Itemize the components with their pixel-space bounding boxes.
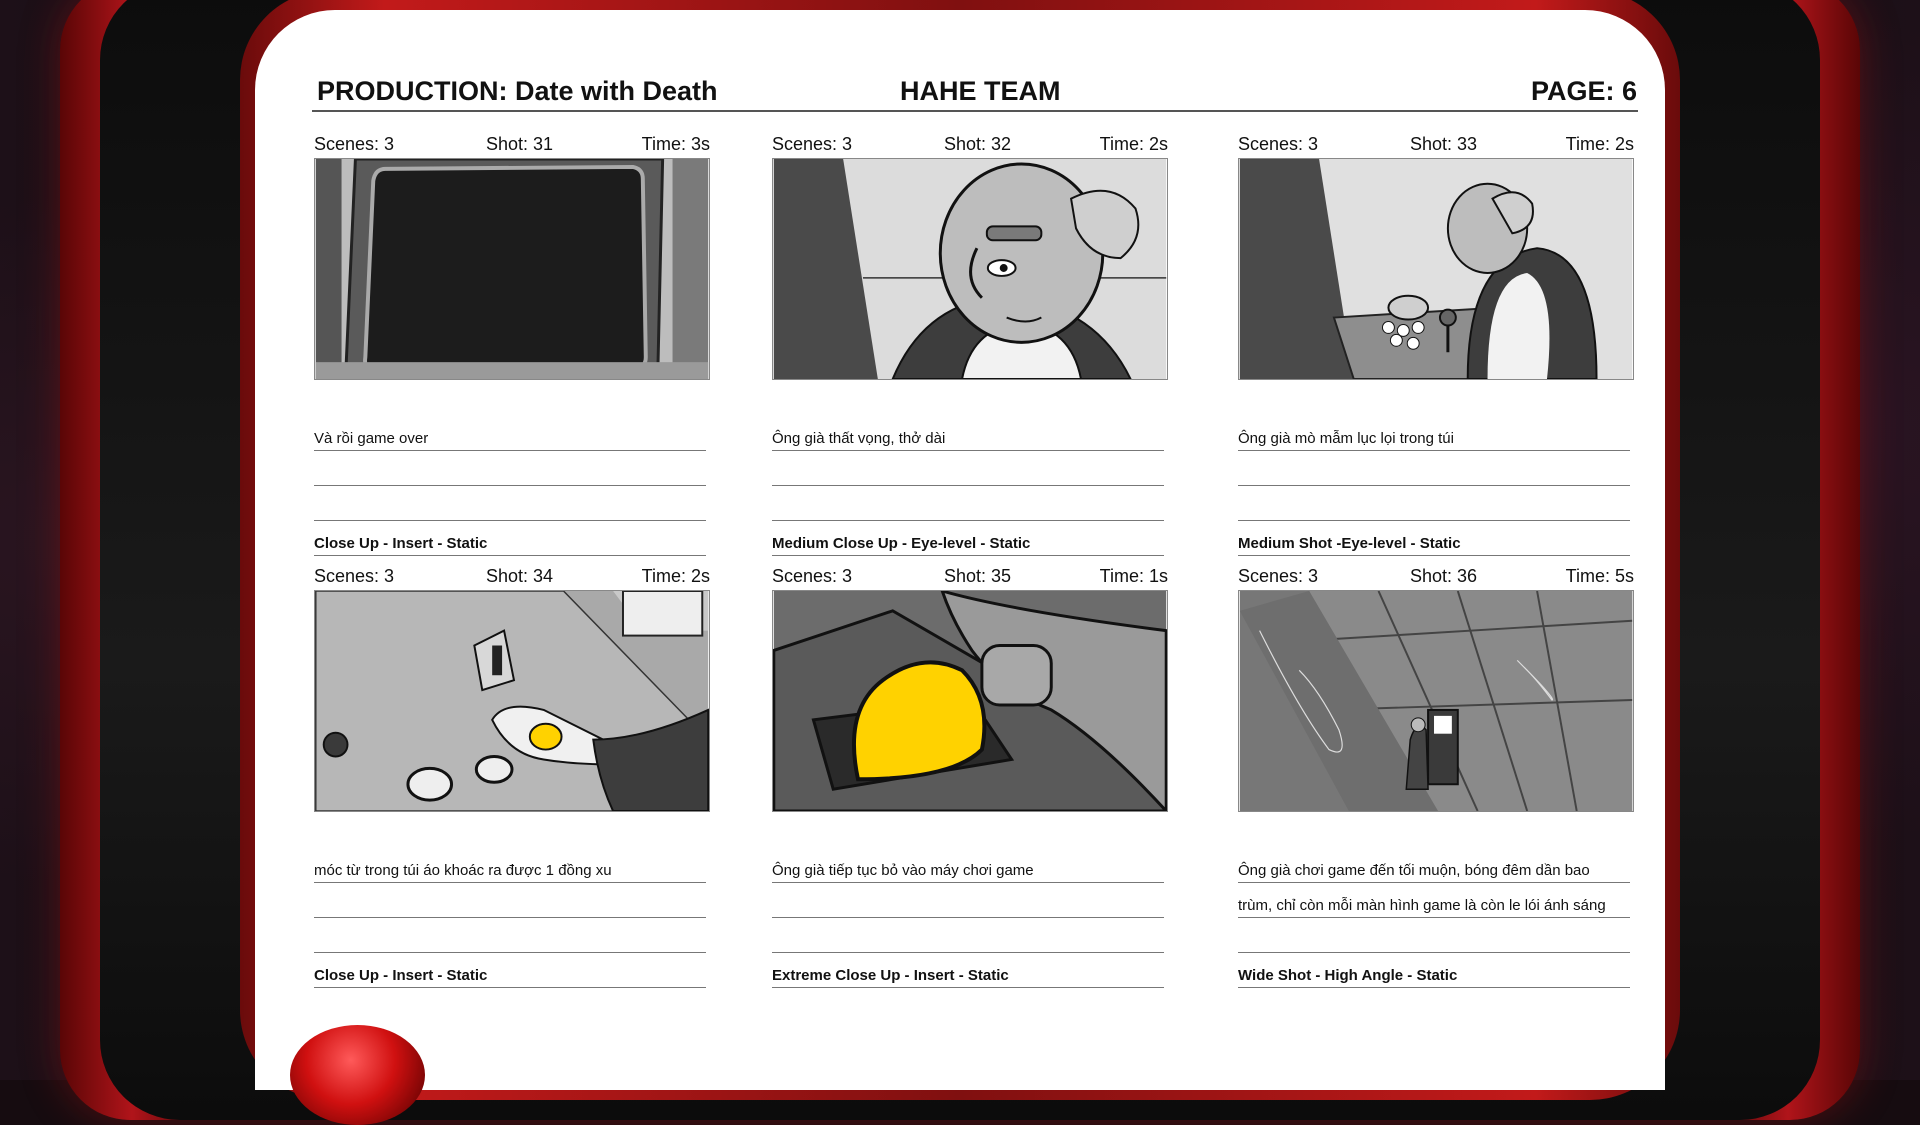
sketch-frame [772, 590, 1168, 812]
time-label: Time: 2s [1565, 134, 1634, 154]
sketch-frame [772, 158, 1168, 380]
panel-meta: Scenes: 3 Shot: 35 Time: 1s [772, 566, 1168, 590]
note-line [772, 883, 1164, 918]
notes-area: Ông già thất vọng, thở dài Medium Close … [772, 416, 1168, 556]
old-man-closeup-sketch [773, 159, 1167, 379]
time-label: Time: 2s [1099, 134, 1168, 154]
storyboard-panel: Scenes: 3 Shot: 35 Time: 1s Ông già tiếp… [772, 566, 1168, 988]
arcade-button [290, 1025, 425, 1125]
storyboard-panel: Scenes: 3 Shot: 34 Time: 2s móc từ trong… [314, 566, 710, 988]
time-label: Time: 1s [1099, 566, 1168, 586]
scene-label: Scenes: 3 [772, 134, 853, 154]
camera-info: Medium Close Up - Eye-level - Static [772, 521, 1164, 556]
camera-info: Medium Shot -Eye-level - Static [1238, 521, 1630, 556]
notes-area: Ông già mò mẫm lục lọi trong túi Medium … [1238, 416, 1634, 556]
note-line: Ông già chơi game đến tối muộn, bóng đêm… [1238, 848, 1630, 883]
shot-label: Shot: 31 [486, 134, 554, 154]
camera-info: Wide Shot - High Angle - Static [1238, 953, 1630, 988]
note-line [772, 486, 1164, 521]
note-line [314, 883, 706, 918]
note-line [1238, 486, 1630, 521]
page-number: PAGE: 6 [1530, 76, 1637, 106]
shot-label: Shot: 32 [944, 134, 1012, 154]
note-line [314, 451, 706, 486]
hand-with-coin-sketch [315, 591, 709, 811]
storyboard-panel: Scenes: 3 Shot: 32 Time: 2s Ông già thất… [772, 134, 1168, 556]
note-line [772, 918, 1164, 953]
panel-meta: Scenes: 3 Shot: 33 Time: 2s [1238, 134, 1634, 158]
note-line [1238, 918, 1630, 953]
scene-label: Scenes: 3 [1238, 566, 1319, 586]
note-line: trùm, chỉ còn mỗi màn hình game là còn l… [1238, 883, 1630, 918]
time-label: Time: 3s [641, 134, 710, 154]
storyboard-panel: Scenes: 3 Shot: 31 Time: 3s Và rồi game … [314, 134, 710, 556]
sketch-frame [1238, 590, 1634, 812]
sketch-frame [314, 158, 710, 380]
time-label: Time: 2s [641, 566, 710, 586]
shot-label: Shot: 34 [486, 566, 554, 586]
note-line: Ông già tiếp tục bỏ vào máy chơi game [772, 848, 1164, 883]
camera-info: Close Up - Insert - Static [314, 521, 706, 556]
note-line [772, 451, 1164, 486]
shot-label: Shot: 36 [1410, 566, 1478, 586]
notes-area: móc từ trong túi áo khoác ra được 1 đồng… [314, 848, 710, 988]
storyboard-panel: Scenes: 3 Shot: 36 Time: 5s Ông già chơi… [1238, 566, 1634, 988]
old-man-at-arcade-sketch [1239, 159, 1633, 379]
note-line: Và rồi game over [314, 416, 706, 451]
production-title: PRODUCTION: Date with Death [317, 76, 718, 106]
camera-info: Extreme Close Up - Insert - Static [772, 953, 1164, 988]
note-line: Ông già thất vọng, thở dài [772, 416, 1164, 451]
note-line [314, 918, 706, 953]
panel-meta: Scenes: 3 Shot: 34 Time: 2s [314, 566, 710, 590]
scene-label: Scenes: 3 [772, 566, 853, 586]
notes-area: Ông già tiếp tục bỏ vào máy chơi game Ex… [772, 848, 1168, 988]
note-line: móc từ trong túi áo khoác ra được 1 đồng… [314, 848, 706, 883]
arcade-screen-sketch [315, 159, 709, 379]
scene-label: Scenes: 3 [314, 134, 395, 154]
header-divider [312, 110, 1638, 112]
storyboard-panel: Scenes: 3 Shot: 33 Time: 2s Ông già mò m… [1238, 134, 1634, 556]
storyboard-header: PRODUCTION: Date with Death HAHE TEAM PA… [317, 76, 1637, 112]
shot-label: Shot: 33 [1410, 134, 1478, 154]
panel-meta: Scenes: 3 Shot: 31 Time: 3s [314, 134, 710, 158]
panel-meta: Scenes: 3 Shot: 32 Time: 2s [772, 134, 1168, 158]
shot-label: Shot: 35 [944, 566, 1012, 586]
wide-night-arcade-sketch [1239, 591, 1633, 811]
sketch-frame [314, 590, 710, 812]
note-line: Ông già mò mẫm lục lọi trong túi [1238, 416, 1630, 451]
team-name: HAHE TEAM [900, 76, 1061, 106]
scene-label: Scenes: 3 [314, 566, 395, 586]
notes-area: Và rồi game over Close Up - Insert - Sta… [314, 416, 710, 556]
coin-insert-sketch [773, 591, 1167, 811]
scene-label: Scenes: 3 [1238, 134, 1319, 154]
time-label: Time: 5s [1565, 566, 1634, 586]
camera-info: Close Up - Insert - Static [314, 953, 706, 988]
note-line [314, 486, 706, 521]
notes-area: Ông già chơi game đến tối muộn, bóng đêm… [1238, 848, 1634, 988]
panel-meta: Scenes: 3 Shot: 36 Time: 5s [1238, 566, 1634, 590]
sketch-frame [1238, 158, 1634, 380]
note-line [1238, 451, 1630, 486]
